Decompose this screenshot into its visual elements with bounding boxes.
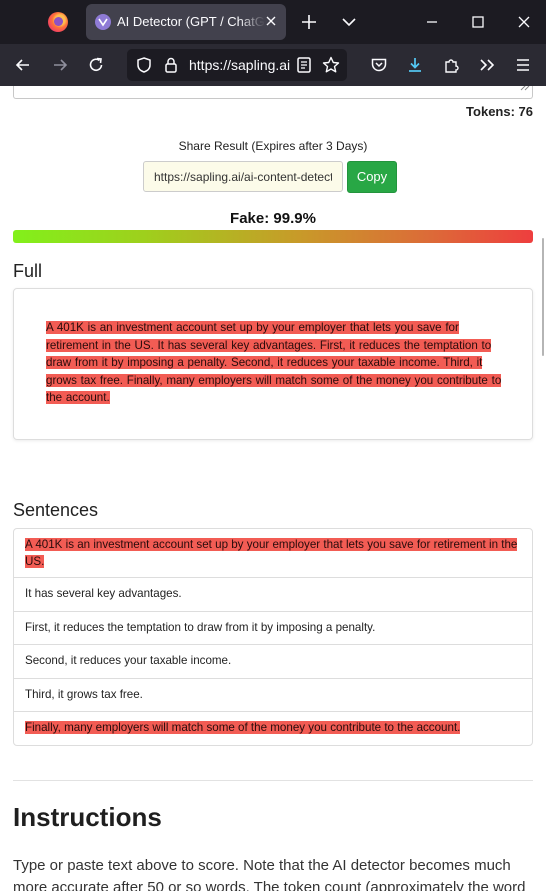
back-icon[interactable] [13, 55, 33, 75]
url-bar[interactable]: https://sapling.ai [127, 49, 347, 81]
sentences-section-title: Sentences [13, 500, 99, 520]
full-result-card: A 401K is an investment account set up b… [13, 288, 533, 440]
close-tab-icon[interactable] [263, 13, 279, 29]
sentence-text: A 401K is an investment account set up b… [25, 538, 518, 568]
navigation-toolbar: https://sapling.ai [0, 44, 546, 86]
list-item: First, it reduces the temptation to draw… [14, 612, 532, 645]
page-scrollbar[interactable] [542, 238, 544, 356]
bookmark-star-icon[interactable] [321, 55, 341, 75]
sapling-favicon-icon [95, 14, 111, 30]
fake-score-bar [13, 230, 533, 243]
list-item: It has several key advantages. [14, 578, 532, 612]
downloads-icon[interactable] [405, 55, 425, 75]
overflow-icon[interactable] [477, 55, 497, 75]
list-item: Finally, many employers will match some … [14, 712, 532, 745]
sentence-text: First, it reduces the temptation to draw… [25, 620, 376, 634]
tab-title: AI Detector (GPT / ChatGPT / Claude) [117, 14, 265, 29]
minimize-icon[interactable] [422, 12, 442, 32]
tab-ai-detector[interactable]: AI Detector (GPT / ChatGPT / Claude) [86, 4, 286, 40]
full-section-title: Full [13, 261, 43, 281]
full-text: A 401K is an investment account set up b… [46, 319, 502, 407]
maximize-icon[interactable] [468, 12, 488, 32]
tracking-protection-icon[interactable] [134, 55, 154, 75]
list-item: A 401K is an investment account set up b… [14, 529, 532, 578]
list-item: Third, it grows tax free. [14, 679, 532, 712]
full-text-highlight: A 401K is an investment account set up b… [46, 321, 502, 405]
url-text[interactable]: https://sapling.ai [189, 57, 291, 73]
extensions-icon[interactable] [441, 55, 461, 75]
input-textarea[interactable] [13, 86, 533, 99]
fake-score-label: Fake: 99.9% [230, 210, 316, 227]
copy-button[interactable]: Copy [347, 161, 397, 193]
lock-icon[interactable] [161, 55, 181, 75]
share-link-field[interactable] [143, 161, 343, 192]
forward-icon[interactable] [50, 55, 70, 75]
reload-icon[interactable] [86, 55, 106, 75]
instructions-text: Type or paste text above to score. Note … [13, 857, 526, 891]
close-window-icon[interactable] [514, 12, 534, 32]
tab-bar: AI Detector (GPT / ChatGPT / Claude) [0, 0, 546, 44]
instructions-title: Instructions [13, 802, 162, 832]
new-tab-icon[interactable] [299, 12, 319, 32]
list-all-tabs-icon[interactable] [339, 12, 359, 32]
resize-grip-icon[interactable] [518, 86, 530, 96]
sentence-text: Finally, many employers will match some … [25, 721, 461, 734]
pocket-icon[interactable] [369, 55, 389, 75]
sentences-list: A 401K is an investment account set up b… [13, 528, 533, 746]
firefox-logo-icon[interactable] [48, 12, 68, 32]
sentence-text: Third, it grows tax free. [25, 687, 143, 701]
divider [13, 780, 533, 781]
sentence-text: It has several key advantages. [25, 587, 182, 600]
token-count: Tokens: 76 [466, 104, 533, 119]
reader-view-icon[interactable] [294, 55, 314, 75]
page-content: Tokens: 76 Share Result (Expires after 3… [0, 86, 546, 891]
list-item: Second, it reduces your taxable income. [14, 645, 532, 679]
menu-icon[interactable] [513, 55, 533, 75]
share-label: Share Result (Expires after 3 Days) [178, 139, 368, 153]
sentence-text: Second, it reduces your taxable income. [25, 654, 232, 667]
